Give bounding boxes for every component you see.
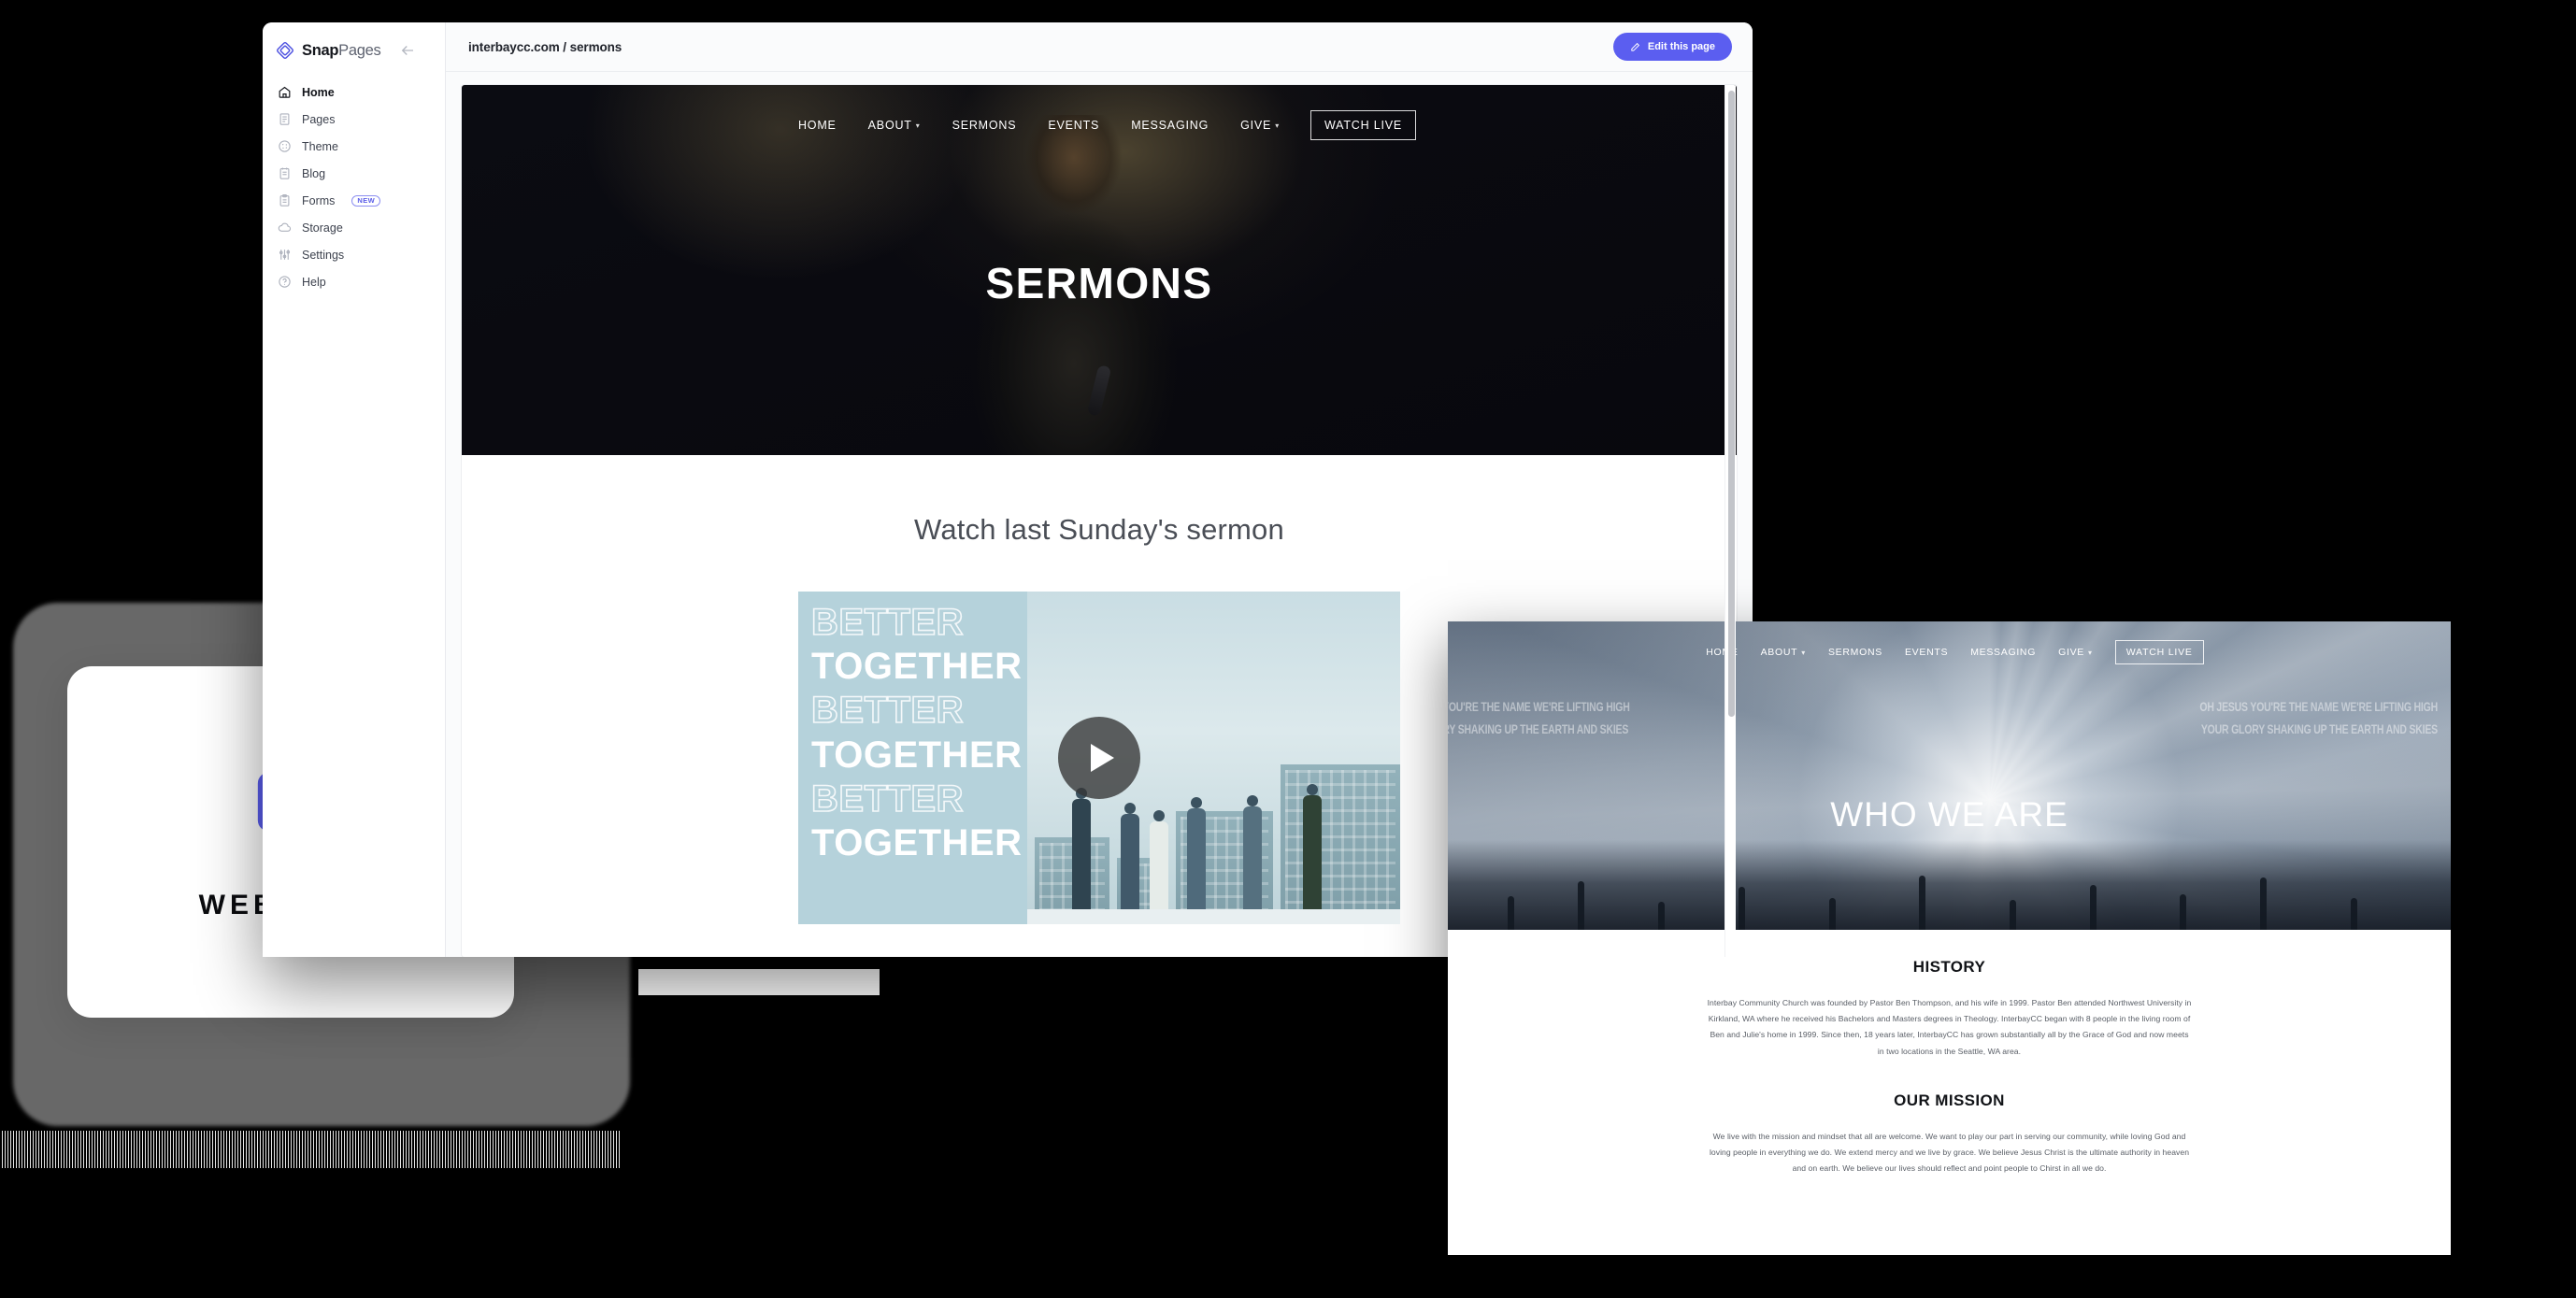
pencil-icon (1631, 42, 1639, 51)
play-button-icon[interactable] (1058, 717, 1140, 799)
hero-crowd-silhouette (1448, 840, 2451, 930)
site-nav-label: ABOUT (1760, 647, 1798, 658)
sidebar-item-pages[interactable]: Pages (263, 106, 445, 133)
section-title: Watch last Sunday's sermon (914, 513, 1284, 546)
brand-light: Pages (338, 41, 381, 59)
site-nav-events[interactable]: EVENTS (1032, 119, 1115, 132)
sidebar-item-blog[interactable]: Blog (263, 160, 445, 187)
forms-new-badge: NEW (351, 194, 381, 207)
sidebar-item-label: Storage (302, 221, 343, 235)
sidebar-item-storage[interactable]: Storage (263, 214, 445, 241)
watch-live-button[interactable]: WATCH LIVE (2114, 640, 2204, 664)
site-window-who-we-are: HOME ABOUT ▾ SERMONS EVENTS MESSAGING GI… (1448, 621, 2451, 1255)
sidebar-item-label: Pages (302, 112, 336, 126)
sidebar-nav-list: Home Pages Theme Blog Forms NEW Storage … (263, 78, 445, 295)
site-nav-label: MESSAGING (1970, 647, 2037, 658)
site-nav-messaging[interactable]: MESSAGING (1959, 647, 2047, 658)
screenshot-stage: WEBSITES SnapPages (0, 0, 2576, 1298)
sidebar-item-label: Forms (302, 193, 336, 207)
sidebar-item-label: Settings (302, 248, 345, 262)
mission-heading: OUR MISSION (1894, 1091, 2005, 1109)
site-nav-label: EVENTS (1048, 119, 1100, 132)
brand-text: SnapPages (302, 41, 381, 60)
about-content-section: HISTORY Interbay Community Church was fo… (1448, 930, 2451, 1177)
sermon-video-card[interactable]: BETTER TOGETHER BETTER TOGETHER BETTER T… (798, 592, 1400, 924)
preview-scrollbar[interactable] (1724, 85, 1736, 957)
sidebar-item-label: Theme (302, 139, 338, 153)
app-sidebar: SnapPages Home Pages Theme Blog Forms NE… (263, 22, 446, 957)
decorative-white-bar (638, 969, 880, 995)
video-text-line: BETTER (810, 690, 964, 733)
site-nav-messaging[interactable]: MESSAGING (1115, 119, 1224, 132)
sidebar-item-label: Help (302, 275, 326, 289)
site-nav-label: HOME (797, 119, 837, 132)
document-icon (279, 113, 290, 125)
sidebar-item-home[interactable]: Home (263, 78, 445, 106)
preview-hero-sermons: HOME ABOUT ▾ SERMONS EVENTS MESSAGING GI… (462, 85, 1737, 455)
mission-body: We live with the mission and mindset tha… (1709, 1131, 2190, 1174)
hero-title: SERMONS (985, 259, 1213, 307)
edit-button-label: Edit this page (1647, 41, 1715, 52)
hero-background-lyrics-right: OH JESUS YOU'RE THE NAME WE'RE LIFTING H… (2199, 699, 2438, 738)
site-nav-sermons[interactable]: SERMONS (1817, 647, 1894, 658)
notebook-icon (279, 167, 290, 179)
site-nav-home[interactable]: HOME (782, 119, 852, 132)
site-nav-label: MESSAGING (1131, 119, 1209, 132)
sidebar-item-help[interactable]: Help (263, 268, 445, 295)
home-icon (279, 86, 291, 98)
sliders-icon (279, 250, 291, 260)
site-nav-label: SERMONS (952, 119, 1017, 132)
preview-scrollbar-thumb[interactable] (1727, 91, 1735, 717)
video-text-lines: BETTER TOGETHER BETTER TOGETHER BETTER T… (810, 601, 1023, 865)
site-nav-sermons[interactable]: SERMONS (937, 119, 1033, 132)
palette-icon (279, 140, 291, 152)
hero-title-2: WHO WE ARE (1830, 795, 2068, 834)
site-nav-2: HOME ABOUT ▾ SERMONS EVENTS MESSAGING GI… (1448, 621, 2451, 664)
site-nav-events[interactable]: EVENTS (1894, 647, 1959, 658)
sidebar-item-settings[interactable]: Settings (263, 241, 445, 268)
site-nav: HOME ABOUT ▾ SERMONS EVENTS MESSAGING GI… (462, 85, 1737, 140)
sidebar-item-theme[interactable]: Theme (263, 133, 445, 160)
site-nav-label: GIVE (1240, 119, 1272, 132)
video-text-line: BETTER (810, 777, 964, 820)
video-text-line: TOGETHER (811, 646, 1023, 688)
app-topbar: interbaycc.com / sermons Edit this page (446, 22, 1753, 72)
decorative-dither-strip (0, 1131, 621, 1168)
video-text-line: TOGETHER (811, 821, 1023, 863)
breadcrumb: interbaycc.com / sermons (468, 39, 623, 54)
site-nav-home[interactable]: HOME (1695, 647, 1749, 658)
hero-background-lyrics-left: OH JESUS YOU'RE THE NAME WE'RE LIFTING H… (1448, 699, 1630, 738)
brand-row: SnapPages (263, 22, 445, 64)
site-nav-give[interactable]: GIVE ▾ (2047, 647, 2104, 658)
site-nav-label: SERMONS (1827, 647, 1882, 658)
brand-bold: Snap (302, 41, 339, 59)
video-text-line: TOGETHER (811, 734, 1023, 776)
snappages-diamond-logo (277, 42, 293, 59)
history-body: Interbay Community Church was founded by… (1707, 998, 2192, 1056)
hero-who-we-are: HOME ABOUT ▾ SERMONS EVENTS MESSAGING GI… (1448, 621, 2451, 930)
chevron-down-icon: ▾ (2088, 648, 2093, 657)
question-circle-icon (279, 276, 291, 288)
cloud-icon (278, 222, 292, 232)
clipboard-icon (279, 193, 290, 207)
chevron-down-icon: ▾ (1801, 648, 1806, 657)
site-nav-label: GIVE (2058, 647, 2084, 658)
site-nav-label: EVENTS (1904, 647, 1949, 658)
edit-this-page-button[interactable]: Edit this page (1612, 33, 1732, 61)
site-nav-give[interactable]: GIVE ▾ (1224, 119, 1295, 132)
video-text-line: BETTER (810, 601, 964, 644)
sidebar-item-label: Home (302, 85, 335, 99)
chevron-down-icon: ▾ (1275, 121, 1281, 130)
sidebar-item-label: Blog (302, 166, 326, 180)
watch-live-button[interactable]: WATCH LIVE (1310, 110, 1417, 140)
chevron-down-icon: ▾ (915, 121, 921, 130)
arrow-left-icon[interactable] (399, 42, 416, 59)
history-heading: HISTORY (1912, 958, 1986, 976)
site-nav-about[interactable]: ABOUT ▾ (852, 119, 937, 132)
site-nav-about[interactable]: ABOUT ▾ (1750, 647, 1817, 658)
site-nav-label: ABOUT (867, 119, 912, 132)
sidebar-item-forms[interactable]: Forms NEW (263, 187, 445, 214)
rooftop-ledge (1026, 909, 1400, 924)
